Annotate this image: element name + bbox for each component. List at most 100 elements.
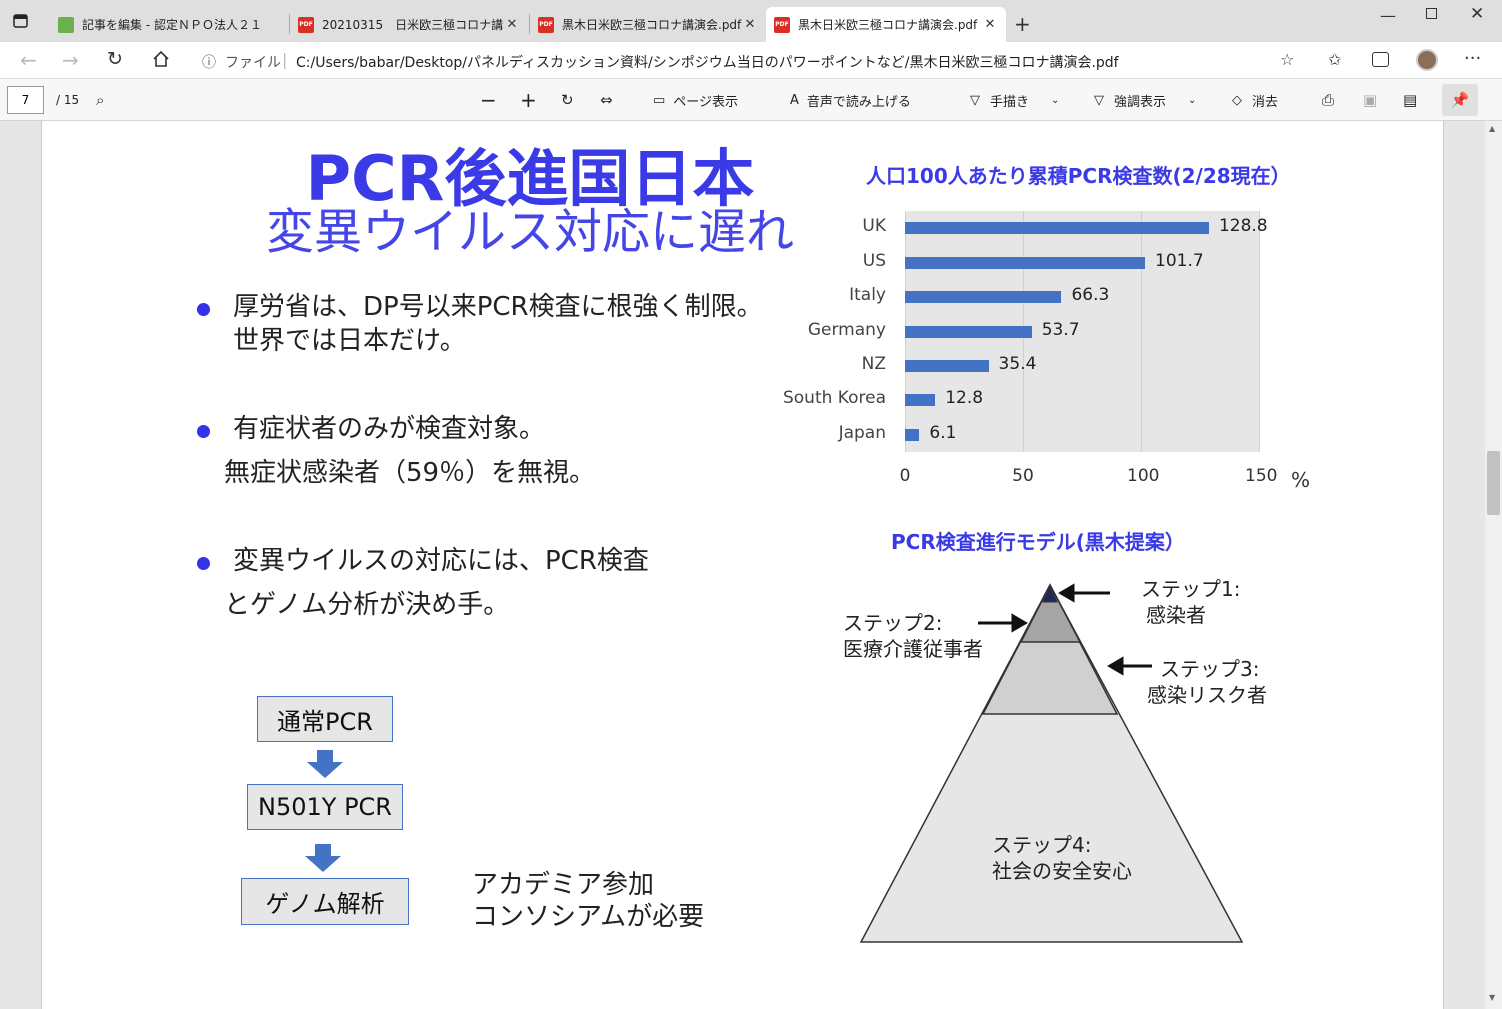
category-label: NZ bbox=[861, 353, 886, 374]
down-arrow-icon bbox=[307, 750, 343, 778]
close-icon[interactable]: ✕ bbox=[504, 17, 520, 32]
bullet-dot bbox=[197, 557, 210, 570]
x-tick-label: 150 bbox=[1245, 466, 1278, 486]
fit-page-icon[interactable]: ⇔ bbox=[600, 79, 613, 121]
close-icon[interactable]: ✕ bbox=[982, 17, 998, 32]
zoom-out-icon[interactable]: − bbox=[480, 79, 497, 121]
pdf-icon: PDF bbox=[298, 16, 314, 33]
highlight-button[interactable]: ▽ 強調表示 ⌄ bbox=[1094, 79, 1196, 121]
favorite-add-icon[interactable]: ☆ bbox=[1280, 50, 1294, 69]
value-label: 6.1 bbox=[929, 422, 957, 443]
avatar[interactable] bbox=[1416, 49, 1438, 71]
x-unit-label: % bbox=[1291, 468, 1311, 492]
pdf-toolbar: 7 / 15 ⌕ − + ↻ ⇔ ▭ ページ表示 A 音声で読み上げる ▽ 手描き ⌄ … bbox=[0, 79, 1502, 121]
refresh-icon[interactable]: ↻ bbox=[107, 48, 123, 70]
forward-icon[interactable]: → bbox=[62, 48, 79, 72]
collections-icon[interactable] bbox=[1372, 52, 1389, 67]
save-icon[interactable]: ▣ bbox=[1363, 79, 1377, 121]
bullet-3-line1: 変異ウイルスの対応には、PCR検査 bbox=[233, 546, 649, 576]
x-tick-label: 50 bbox=[1012, 466, 1034, 486]
back-icon[interactable]: ← bbox=[20, 48, 37, 72]
minimize-button[interactable]: — bbox=[1380, 6, 1396, 25]
chart-title: 人口100人あたり累積PCR検査数(2/28現在） bbox=[866, 164, 1291, 188]
tab-pdf-2[interactable]: PDF 黒木日米欧三極コロナ講演会.pdf ✕ bbox=[530, 7, 766, 42]
bullet-2-line1: 有症状者のみが検査対象。 bbox=[233, 414, 546, 444]
scrollbar[interactable]: ▲ ▼ bbox=[1485, 121, 1502, 1009]
step4-label: ステップ4: bbox=[992, 833, 1092, 857]
bullet-3-line2: とゲノム分析が決め手。 bbox=[224, 590, 510, 620]
x-tick-label: 100 bbox=[1127, 466, 1160, 486]
bar-germany bbox=[905, 325, 1032, 338]
more-icon[interactable]: ··· bbox=[1464, 48, 1481, 69]
value-label: 66.3 bbox=[1071, 285, 1110, 306]
search-icon[interactable]: ⌕ bbox=[96, 79, 104, 121]
bar-south-korea bbox=[905, 394, 936, 407]
tab-blog[interactable]: 記事を編集 - 認定ＮＰＯ法人２１ bbox=[50, 7, 288, 42]
academia-line1: アカデミア参加 bbox=[472, 870, 655, 900]
flow-box-genome: ゲノム解析 bbox=[241, 878, 409, 925]
grid-line bbox=[1259, 211, 1260, 452]
flow-box-normal-pcr: 通常PCR bbox=[257, 696, 393, 742]
page-number-input[interactable]: 7 bbox=[7, 86, 44, 114]
info-icon: ⓘ bbox=[202, 55, 216, 71]
tab-bar: 記事を編集 - 認定ＮＰＯ法人２１ PDF 20210315 日米欧三極コロナ講… bbox=[0, 0, 1502, 42]
read-aloud-icon: A bbox=[790, 92, 799, 108]
step1-desc: 感染者 bbox=[1146, 603, 1206, 627]
tab-actions-icon[interactable] bbox=[12, 13, 30, 29]
rotate-icon[interactable]: ↻ bbox=[561, 79, 574, 121]
step3-desc: 感染リスク者 bbox=[1147, 683, 1267, 707]
draw-button[interactable]: ▽ 手描き ⌄ bbox=[970, 79, 1059, 121]
value-label: 101.7 bbox=[1155, 250, 1204, 271]
category-label: US bbox=[862, 250, 886, 271]
chevron-down-icon[interactable]: ⌄ bbox=[1051, 95, 1059, 106]
home-icon[interactable] bbox=[151, 49, 171, 73]
chevron-down-icon[interactable]: ⌄ bbox=[1188, 95, 1196, 106]
step3-label: ステップ3: bbox=[1160, 657, 1260, 681]
flow-box-n501y-pcr: N501Y PCR bbox=[247, 784, 403, 830]
step1-label: ステップ1: bbox=[1141, 577, 1241, 601]
eraser-icon: ◇ bbox=[1232, 92, 1242, 108]
pen-icon: ▽ bbox=[970, 92, 980, 108]
step2-label: ステップ2: bbox=[843, 611, 943, 635]
tab-pdf-active[interactable]: PDF 黒木日米欧三極コロナ講演会.pdf ✕ bbox=[766, 7, 1006, 42]
value-label: 128.8 bbox=[1218, 216, 1268, 237]
highlighter-icon: ▽ bbox=[1094, 92, 1104, 108]
erase-button[interactable]: ◇ 消去 bbox=[1232, 79, 1278, 121]
pdf-icon: PDF bbox=[774, 16, 790, 33]
close-window-button[interactable]: ✕ bbox=[1470, 4, 1484, 24]
favorites-icon[interactable]: ✩ bbox=[1328, 50, 1341, 69]
pin-toolbar-icon[interactable]: 📌 bbox=[1442, 84, 1478, 116]
page-total: / 15 bbox=[56, 93, 80, 107]
bar-uk bbox=[905, 222, 1209, 235]
page-view-icon: ▭ bbox=[653, 92, 666, 108]
close-icon[interactable]: ✕ bbox=[742, 17, 758, 32]
url-bar[interactable]: ⓘ ファイル | C:/Users/babar/Desktop/パネルディスカッ… bbox=[190, 47, 1310, 75]
zoom-in-icon[interactable]: + bbox=[520, 79, 537, 121]
tab-pdf-1[interactable]: PDF 20210315 日米欧三極コロナ講演 ✕ bbox=[290, 7, 528, 42]
step4-desc: 社会の安全安心 bbox=[992, 859, 1132, 883]
category-label: Germany bbox=[807, 319, 886, 340]
maximize-button[interactable] bbox=[1426, 8, 1437, 19]
scrollbar-thumb[interactable] bbox=[1487, 451, 1500, 515]
url-text: C:/Users/babar/Desktop/パネルディスカッション資料/シンポ… bbox=[296, 55, 1119, 71]
bar-italy bbox=[905, 291, 1062, 304]
slide-subtitle: 変異ウイルス対応に遅れ bbox=[265, 204, 794, 260]
page-view-button[interactable]: ▭ ページ表示 bbox=[653, 79, 738, 121]
bullet-1-line1: 厚労省は、DP号以来PCR検査に根強く制限。 bbox=[233, 292, 763, 322]
value-label: 53.7 bbox=[1041, 319, 1080, 340]
new-tab-button[interactable]: + bbox=[1014, 12, 1031, 36]
value-label: 35.4 bbox=[998, 353, 1037, 374]
bar-us bbox=[905, 256, 1145, 269]
read-aloud-button[interactable]: A 音声で読み上げる bbox=[790, 79, 911, 121]
grid-line bbox=[1141, 211, 1142, 452]
bar-japan bbox=[905, 428, 920, 441]
bullet-2-line2: 無症状感染者（59％）を無視。 bbox=[224, 458, 596, 488]
pdf-icon: PDF bbox=[538, 16, 554, 33]
bullet-dot bbox=[197, 303, 210, 316]
category-label: UK bbox=[862, 216, 886, 237]
bullet-1-line2: 世界では日本だけ。 bbox=[233, 326, 466, 356]
bar-nz bbox=[905, 359, 989, 372]
category-label: South Korea bbox=[782, 388, 886, 409]
save-as-icon[interactable]: ▤ bbox=[1403, 79, 1417, 121]
print-icon[interactable]: ⎙ bbox=[1322, 79, 1334, 121]
